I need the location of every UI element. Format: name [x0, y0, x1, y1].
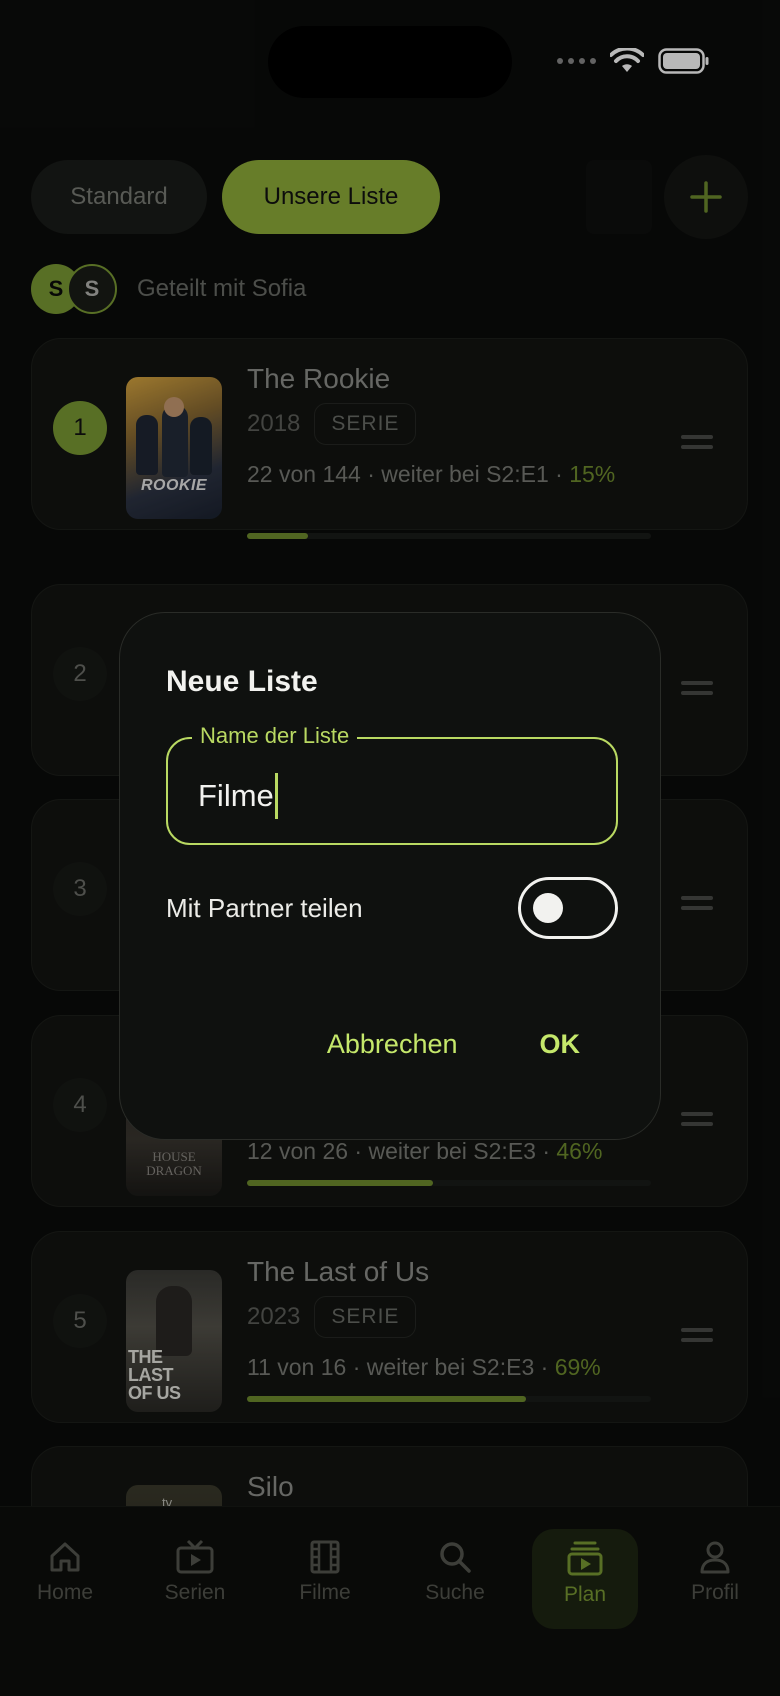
dialog-actions: Abbrechen OK — [327, 1029, 580, 1060]
dialog-title: Neue Liste — [166, 665, 318, 698]
app-screen: Standard Unsere Liste S S Geteilt mit So… — [0, 0, 780, 1696]
share-label: Mit Partner teilen — [166, 892, 363, 923]
field-label: Name der Liste — [192, 723, 358, 749]
ok-button[interactable]: OK — [540, 1029, 581, 1060]
new-list-dialog: Neue Liste Name der Liste Filme Mit Part… — [119, 612, 661, 1140]
text-caret — [274, 773, 278, 819]
toggle-knob — [533, 893, 563, 923]
list-name-input[interactable]: Filme — [198, 773, 278, 819]
cancel-button[interactable]: Abbrechen — [327, 1029, 458, 1060]
input-text: Filme — [198, 778, 274, 813]
share-row: Mit Partner teilen — [166, 877, 618, 939]
list-name-field[interactable]: Name der Liste Filme — [166, 723, 618, 845]
share-toggle[interactable] — [518, 877, 618, 939]
